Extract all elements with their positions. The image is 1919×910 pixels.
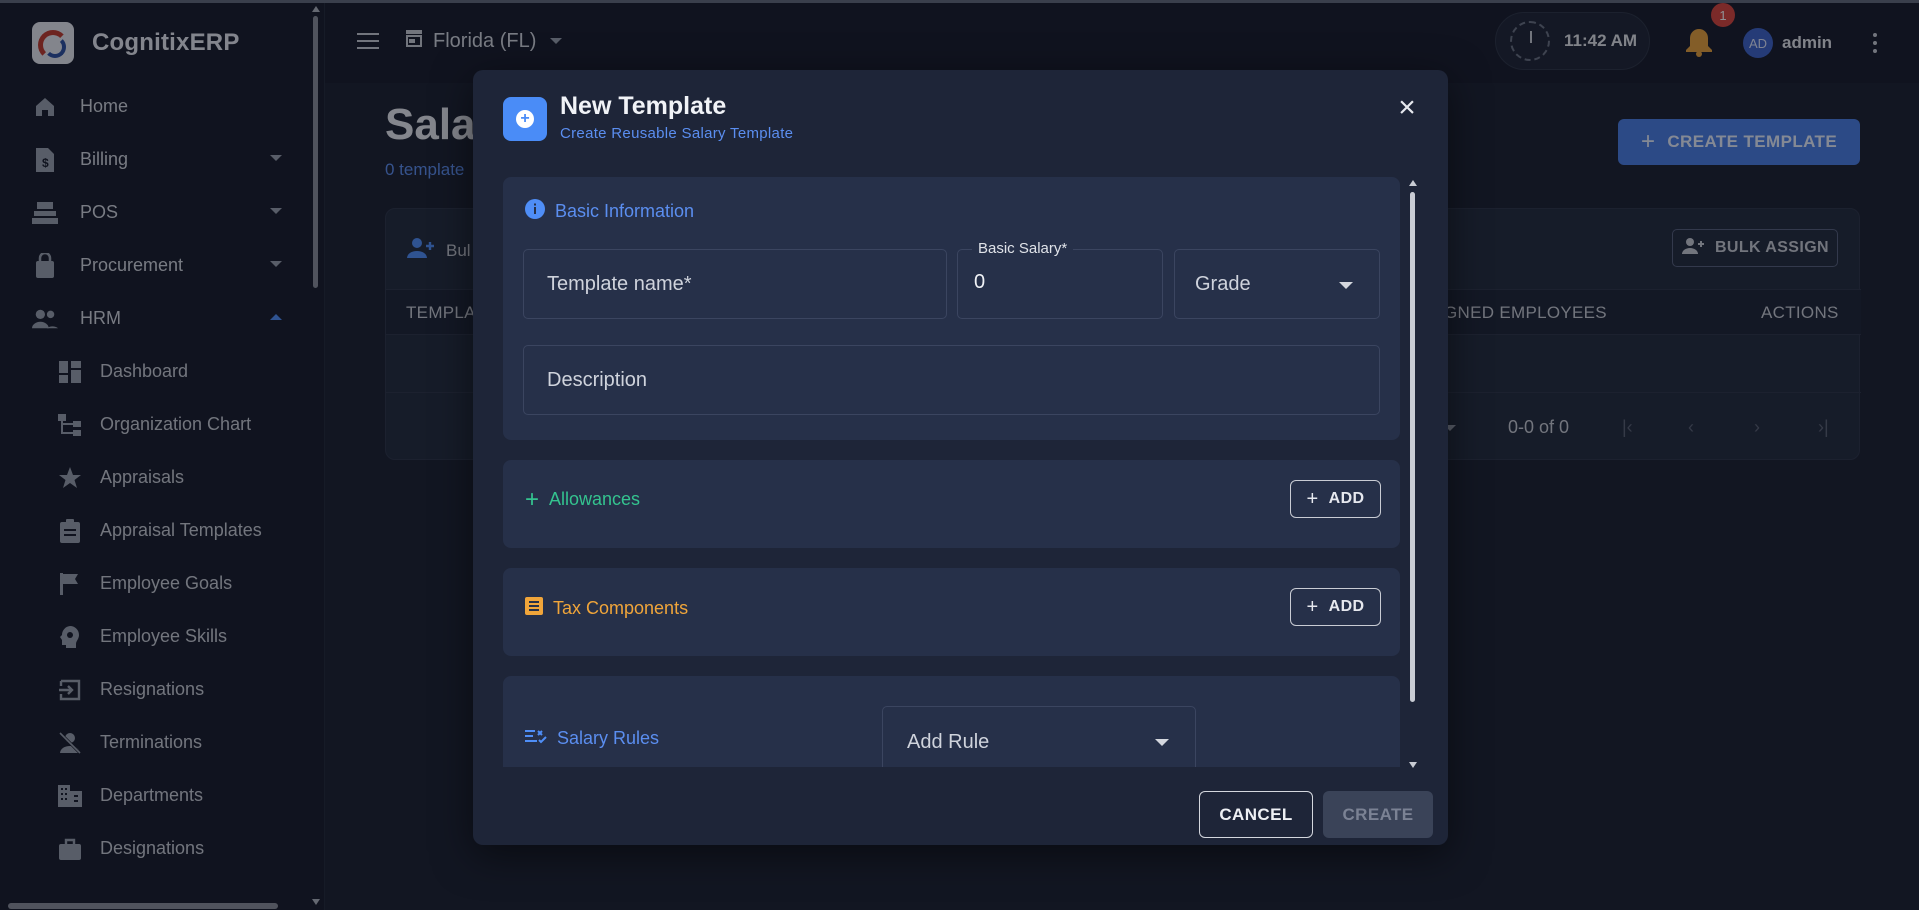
list-alt-icon [525,597,543,620]
create-button[interactable]: CREATE [1323,791,1433,838]
basic-salary-label: Basic Salary* [972,240,1074,257]
dialog-title: New Template [560,92,727,120]
dialog-subtitle: Create Reusable Salary Template [560,125,794,142]
basic-information-header: Basic Information [525,199,694,224]
add-tax-component-label: ADD [1328,598,1365,615]
basic-salary-field[interactable]: Basic Salary* 0 [957,240,1163,319]
description-field[interactable]: Description [523,345,1380,415]
scrollbar-thumb[interactable] [1410,192,1415,702]
template-name-placeholder: Template name* [547,273,692,295]
allowances-header: + Allowances [525,485,641,513]
chevron-down-icon [1339,282,1353,289]
allowances-section: + Allowances + ADD [503,460,1400,548]
allowances-title: Allowances [549,489,641,509]
chevron-down-icon [1155,739,1169,746]
plus-icon: + [1306,595,1319,618]
plus-icon: + [525,485,540,513]
description-placeholder: Description [547,369,648,391]
add-tax-component-button[interactable]: + ADD [1290,588,1381,626]
template-name-field[interactable]: Template name* [523,249,947,319]
salary-rules-header: Salary Rules [525,728,659,749]
scroll-down-arrow-icon[interactable] [1409,762,1417,768]
grade-select[interactable]: Grade [1174,249,1380,319]
tax-components-title: Tax Components [553,598,689,618]
salary-rules-title: Salary Rules [557,728,660,748]
tax-components-section: Tax Components + ADD [503,568,1400,656]
add-allowance-label: ADD [1328,490,1365,507]
grade-placeholder: Grade [1195,273,1251,295]
window-top-border [0,0,1919,3]
add-rule-placeholder: Add Rule [907,731,990,753]
new-template-dialog: + New Template Create Reusable Salary Te… [473,70,1448,845]
close-icon[interactable]: × [1393,93,1421,123]
add-allowance-button[interactable]: + ADD [1290,480,1381,518]
plus-icon: + [1306,487,1319,510]
basic-salary-value: 0 [974,271,986,293]
tax-components-header: Tax Components [525,597,688,620]
salary-rules-section: Salary Rules Add Rule [503,676,1400,767]
info-icon [525,199,545,224]
rule-icon [525,728,547,749]
basic-information-section: Basic Information Template name* Basic S… [503,177,1400,440]
dialog-scrollbar[interactable] [1409,180,1417,770]
cancel-button[interactable]: CANCEL [1199,791,1313,838]
scroll-up-arrow-icon[interactable] [1409,180,1417,186]
basic-information-title: Basic Information [555,201,695,221]
add-rule-select[interactable]: Add Rule [882,706,1196,767]
add-circle-icon: + [503,97,547,141]
